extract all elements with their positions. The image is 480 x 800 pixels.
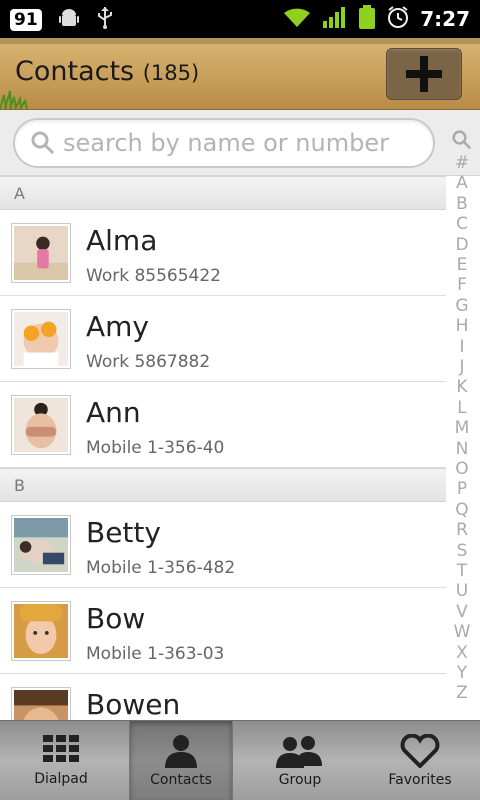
index-search-icon[interactable] — [452, 130, 472, 150]
index-letter[interactable]: E — [444, 255, 480, 275]
contact-name: Amy — [86, 310, 149, 343]
battery-icon — [358, 4, 376, 34]
contact-list[interactable]: A Alma Work 85565422 Amy Work 5867882 An… — [0, 176, 446, 720]
contact-row[interactable]: Bow Mobile 1-363-03 — [0, 588, 446, 674]
grass-decoration — [0, 90, 28, 109]
contact-row[interactable]: Betty Mobile 1-356-482 — [0, 502, 446, 588]
title-text: Contacts — [15, 56, 135, 87]
index-letter[interactable]: W — [444, 622, 480, 642]
group-icon — [276, 736, 322, 768]
index-letter[interactable]: K — [444, 377, 480, 397]
heart-icon — [400, 734, 440, 768]
search-box[interactable] — [13, 118, 435, 168]
search-bar — [0, 110, 480, 176]
contact-detail: Work 85565422 — [86, 266, 221, 286]
avatar — [11, 223, 71, 283]
contact-name: Bow — [86, 602, 146, 635]
search-input[interactable] — [63, 129, 423, 157]
index-letter[interactable]: Q — [444, 500, 480, 520]
contact-row[interactable]: Ann Mobile 1-356-40 — [0, 382, 446, 468]
bottom-tab-bar: Dialpad Contacts Group Favorites — [0, 720, 480, 800]
index-letter[interactable]: V — [444, 602, 480, 622]
alphabet-index[interactable]: # A B C D E F G H I J K L M N O P Q R S T U V W X Y Z — [444, 128, 480, 708]
tab-group[interactable]: Group — [240, 721, 360, 800]
title-bar: Contacts (185) — [0, 38, 480, 110]
dialpad-icon — [43, 735, 79, 762]
tab-dialpad[interactable]: Dialpad — [0, 721, 122, 800]
index-letter[interactable]: I — [444, 337, 480, 357]
contact-detail: Mobile 1-356-482 — [86, 558, 236, 578]
index-letter[interactable]: G — [444, 296, 480, 316]
index-letter[interactable]: J — [444, 357, 480, 377]
usb-icon — [96, 6, 114, 34]
index-letter[interactable]: O — [444, 459, 480, 479]
index-letter[interactable]: A — [444, 173, 480, 193]
contact-detail: Work 5867882 — [86, 352, 211, 372]
notification-count-badge[interactable]: 91 — [10, 9, 42, 31]
contact-person-icon — [165, 735, 197, 768]
index-letter[interactable]: R — [444, 520, 480, 540]
tab-favorites[interactable]: Favorites — [360, 721, 480, 800]
tab-contacts[interactable]: Contacts — [129, 721, 233, 800]
avatar — [11, 515, 71, 575]
section-header-a: A — [0, 176, 446, 210]
tab-label: Contacts — [150, 772, 212, 788]
index-letter[interactable]: Y — [444, 663, 480, 683]
contact-row[interactable]: Bowen — [0, 674, 446, 720]
index-letter[interactable]: F — [444, 275, 480, 295]
add-contact-button[interactable] — [386, 48, 462, 100]
contact-name: Bowen — [86, 688, 181, 720]
index-letter[interactable]: S — [444, 541, 480, 561]
avatar — [11, 687, 71, 720]
index-letter[interactable]: N — [444, 439, 480, 459]
signal-icon — [322, 5, 348, 33]
android-icon — [58, 7, 80, 33]
index-letter[interactable]: B — [444, 194, 480, 214]
contact-name: Betty — [86, 516, 161, 549]
index-letter[interactable]: L — [444, 398, 480, 418]
contact-detail: Mobile 1-356-40 — [86, 438, 225, 458]
index-letter[interactable]: M — [444, 418, 480, 438]
index-letter[interactable]: Z — [444, 683, 480, 703]
status-bar: 91 7:27 — [0, 0, 480, 38]
alarm-icon — [386, 5, 410, 33]
plus-icon — [406, 56, 442, 92]
index-letter[interactable]: T — [444, 561, 480, 581]
wifi-icon — [282, 5, 312, 33]
contact-detail: Mobile 1-363-03 — [86, 644, 225, 664]
contact-row[interactable]: Amy Work 5867882 — [0, 296, 446, 382]
tab-label: Favorites — [388, 772, 452, 788]
tab-label: Group — [278, 772, 322, 788]
index-letter[interactable]: X — [444, 643, 480, 663]
index-letter[interactable]: U — [444, 581, 480, 601]
status-time: 7:27 — [420, 7, 470, 31]
index-letter[interactable]: C — [444, 214, 480, 234]
avatar — [11, 601, 71, 661]
avatar — [11, 309, 71, 369]
tab-label: Dialpad — [34, 771, 88, 787]
contact-name: Ann — [86, 396, 141, 429]
search-icon — [31, 131, 55, 155]
avatar — [11, 395, 71, 455]
page-title: Contacts (185) — [15, 56, 199, 87]
index-letter[interactable]: # — [444, 153, 480, 173]
contact-row[interactable]: Alma Work 85565422 — [0, 210, 446, 296]
contact-name: Alma — [86, 224, 158, 257]
index-letter[interactable]: D — [444, 235, 480, 255]
contact-count: (185) — [142, 61, 200, 85]
index-letter[interactable]: H — [444, 316, 480, 336]
section-header-b: B — [0, 468, 446, 502]
index-letter[interactable]: P — [444, 479, 480, 499]
